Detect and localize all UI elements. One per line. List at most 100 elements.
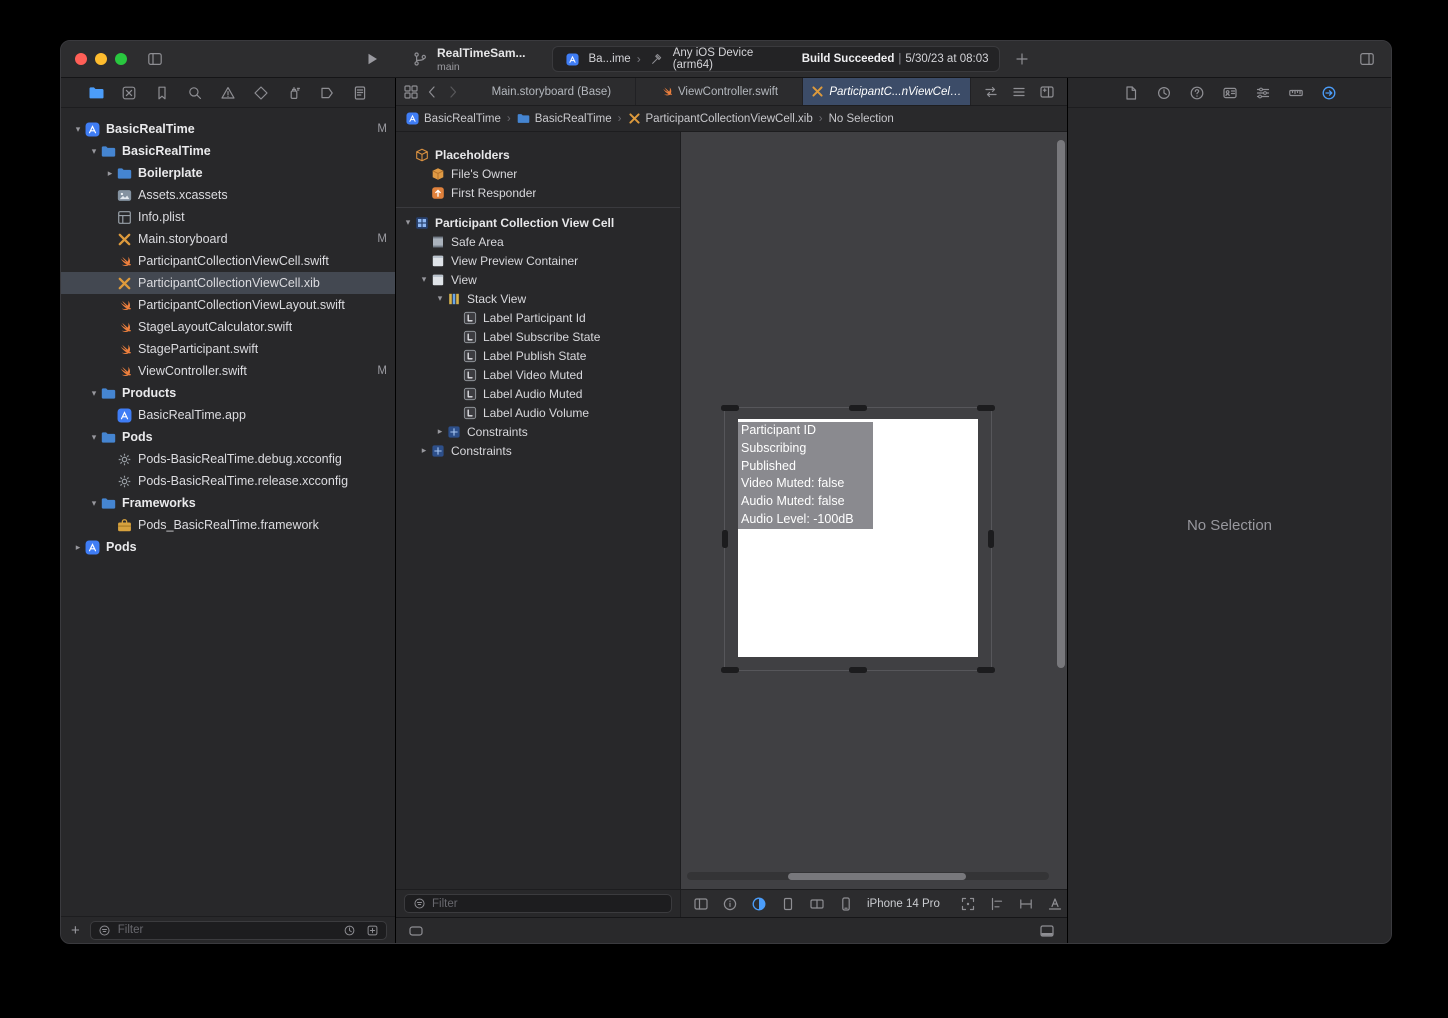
file-assets-xcassets[interactable]: Assets.xcassets bbox=[61, 184, 395, 206]
cell-label-participant-id[interactable]: Participant ID bbox=[738, 422, 873, 440]
disclosure-icon[interactable]: ▾ bbox=[87, 498, 101, 509]
nav-debug-icon[interactable] bbox=[284, 83, 304, 103]
disclosure-icon[interactable]: ▸ bbox=[417, 445, 431, 456]
cell-label-subscribing[interactable]: Subscribing bbox=[738, 440, 873, 458]
disclosure-icon[interactable]: ▸ bbox=[103, 168, 117, 179]
device-name[interactable]: iPhone 14 Pro bbox=[867, 898, 940, 910]
add-editor-icon[interactable] bbox=[1037, 82, 1057, 102]
db-pane-icon[interactable] bbox=[691, 894, 711, 914]
scm-status-filter-icon[interactable] bbox=[362, 920, 382, 940]
tab-overview-icon[interactable] bbox=[401, 82, 421, 102]
file-pods-basicrealtime-release-xcconfig[interactable]: Pods-BasicRealTime.release.xcconfig bbox=[61, 470, 395, 492]
outline-view[interactable]: ▾View bbox=[396, 270, 680, 289]
disclosure-icon[interactable]: ▾ bbox=[87, 432, 101, 443]
tab-bar-toggle-icon[interactable] bbox=[406, 921, 426, 941]
insp-identity-icon[interactable] bbox=[1220, 83, 1240, 103]
vertical-scrollbar-thumb[interactable] bbox=[1057, 140, 1065, 668]
zoom-window-button[interactable] bbox=[115, 53, 127, 65]
outline-constraints[interactable]: ▸Constraints bbox=[396, 441, 680, 460]
db-pin-icon[interactable] bbox=[1016, 894, 1036, 914]
add-tab-button[interactable] bbox=[1012, 49, 1032, 69]
horizontal-scrollbar[interactable] bbox=[687, 872, 1049, 880]
outline-placeholders[interactable]: Placeholders bbox=[396, 145, 680, 164]
insp-connect-icon[interactable] bbox=[1319, 83, 1339, 103]
collection-view-cell-canvas[interactable]: Participant IDSubscribingPublishedVideo … bbox=[738, 419, 978, 657]
code-review-icon[interactable] bbox=[981, 82, 1001, 102]
tab-viewcontroller-swift[interactable]: ViewController.swift bbox=[636, 78, 804, 105]
project-status-block[interactable]: RealTimeSam... main bbox=[410, 46, 526, 73]
horizontal-scrollbar-thumb[interactable] bbox=[788, 873, 965, 880]
breadcrumb-basicrealtime[interactable]: BasicRealTime bbox=[517, 112, 612, 125]
file-main-storyboard[interactable]: Main.storyboardM bbox=[61, 228, 395, 250]
disclosure-icon[interactable]: ▾ bbox=[71, 124, 85, 135]
outline-label-audio-volume[interactable]: Label Audio Volume bbox=[396, 403, 680, 422]
close-window-button[interactable] bbox=[75, 53, 87, 65]
outline-label-subscribe-state[interactable]: Label Subscribe State bbox=[396, 327, 680, 346]
disclosure-icon[interactable]: ▾ bbox=[87, 146, 101, 157]
disclosure-icon[interactable]: ▸ bbox=[71, 542, 85, 553]
resize-handle-top-right[interactable] bbox=[977, 405, 995, 411]
interface-builder-canvas[interactable]: Participant IDSubscribingPublishedVideo … bbox=[681, 132, 1067, 889]
back-icon[interactable] bbox=[422, 82, 442, 102]
outline-file-s-owner[interactable]: File's Owner bbox=[396, 164, 680, 183]
file-products[interactable]: ▾Products bbox=[61, 382, 395, 404]
insp-attr-icon[interactable] bbox=[1253, 83, 1273, 103]
navigator-filter[interactable] bbox=[90, 921, 387, 940]
toggle-navigator-icon[interactable] bbox=[145, 49, 165, 69]
db-resolve-icon[interactable] bbox=[1045, 894, 1065, 914]
breadcrumb-participantcollectionviewcell-xib[interactable]: ParticipantCollectionViewCell.xib bbox=[628, 112, 813, 125]
navigator-filter-input[interactable] bbox=[118, 924, 336, 936]
outline-view-preview-container[interactable]: View Preview Container bbox=[396, 251, 680, 270]
disclosure-icon[interactable]: ▾ bbox=[433, 293, 447, 304]
vertical-scrollbar[interactable] bbox=[1057, 140, 1065, 853]
cell-label-stack[interactable]: Participant IDSubscribingPublishedVideo … bbox=[738, 422, 873, 529]
file-participantcollectionviewcell-swift[interactable]: ParticipantCollectionViewCell.swift bbox=[61, 250, 395, 272]
outline-label-video-muted[interactable]: Label Video Muted bbox=[396, 365, 680, 384]
file-info-plist[interactable]: Info.plist bbox=[61, 206, 395, 228]
cell-label-video-muted-false[interactable]: Video Muted: false bbox=[738, 475, 873, 493]
insp-help-icon[interactable] bbox=[1187, 83, 1207, 103]
cell-label-audio-level-100db[interactable]: Audio Level: -100dB bbox=[738, 511, 873, 529]
file-pods-basicrealtime-framework[interactable]: Pods_BasicRealTime.framework bbox=[61, 514, 395, 536]
file-basicrealtime[interactable]: ▾BasicRealTimeM bbox=[61, 118, 395, 140]
tab-participantc-nviewcell-xib[interactable]: ParticipantC...nViewCell.xib bbox=[803, 78, 971, 105]
file-stagelayoutcalculator-swift[interactable]: StageLayoutCalculator.swift bbox=[61, 316, 395, 338]
outline-safe-area[interactable]: Safe Area bbox=[396, 232, 680, 251]
disclosure-icon[interactable]: ▸ bbox=[433, 426, 447, 437]
db-portrait-icon[interactable] bbox=[778, 894, 798, 914]
outline-filter[interactable] bbox=[404, 894, 672, 913]
run-button[interactable] bbox=[362, 49, 382, 69]
nav-reports-icon[interactable] bbox=[350, 83, 370, 103]
resize-handle-bottom-center[interactable] bbox=[849, 667, 867, 673]
file-participantcollectionviewcell-xib[interactable]: ParticipantCollectionViewCell.xib bbox=[61, 272, 395, 294]
editor-options-icon[interactable] bbox=[1009, 82, 1029, 102]
insp-size-icon[interactable] bbox=[1286, 83, 1306, 103]
recent-files-filter-icon[interactable] bbox=[339, 920, 359, 940]
outline-stack-view[interactable]: ▾Stack View bbox=[396, 289, 680, 308]
outline-filter-input[interactable] bbox=[432, 898, 667, 910]
outline-label-publish-state[interactable]: Label Publish State bbox=[396, 346, 680, 365]
tab-main-storyboard-base[interactable]: Main.storyboard (Base) bbox=[468, 78, 636, 105]
toggle-inspector-icon[interactable] bbox=[1357, 49, 1377, 69]
nav-sourcecontrol-icon[interactable] bbox=[119, 83, 139, 103]
resize-handle-top-center[interactable] bbox=[849, 405, 867, 411]
disclosure-icon[interactable]: ▾ bbox=[417, 274, 431, 285]
file-participantcollectionviewlayout-swift[interactable]: ParticipantCollectionViewLayout.swift bbox=[61, 294, 395, 316]
disclosure-icon[interactable]: ▾ bbox=[87, 388, 101, 399]
outline-participant-collection-view-cell[interactable]: ▾Participant Collection View Cell bbox=[396, 213, 680, 232]
scheme-button[interactable]: Ba...ime bbox=[589, 53, 631, 65]
file-frameworks[interactable]: ▾Frameworks bbox=[61, 492, 395, 514]
nav-issues-icon[interactable] bbox=[218, 83, 238, 103]
db-info-icon[interactable] bbox=[720, 894, 740, 914]
db-zoom-icon[interactable] bbox=[958, 894, 978, 914]
db-split-icon[interactable] bbox=[807, 894, 827, 914]
file-pods[interactable]: ▾Pods bbox=[61, 426, 395, 448]
db-adjust-icon[interactable] bbox=[749, 894, 769, 914]
add-file-button[interactable]: + bbox=[69, 923, 82, 938]
resize-handle-top-left[interactable] bbox=[721, 405, 739, 411]
file-viewcontroller-swift[interactable]: ViewController.swiftM bbox=[61, 360, 395, 382]
nav-bookmark-icon[interactable] bbox=[152, 83, 172, 103]
breadcrumb-no-selection[interactable]: No Selection bbox=[829, 113, 894, 125]
file-boilerplate[interactable]: ▸Boilerplate bbox=[61, 162, 395, 184]
nav-project-icon[interactable] bbox=[86, 83, 106, 103]
